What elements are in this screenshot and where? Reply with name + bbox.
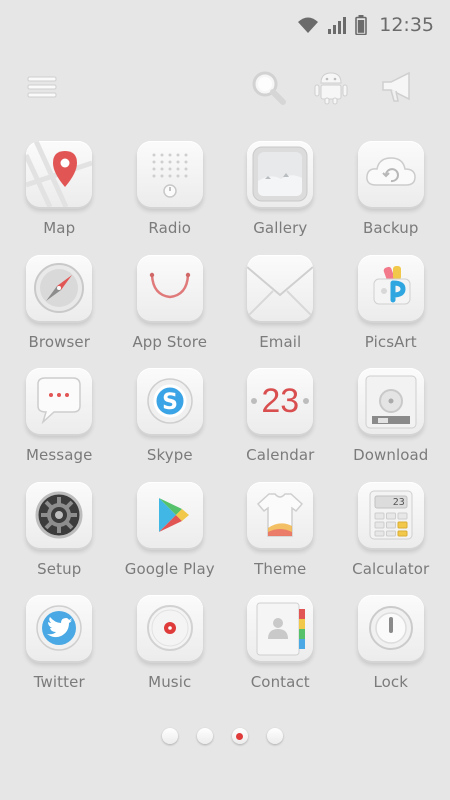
search-icon[interactable]: [246, 62, 290, 112]
shopping-bag-icon[interactable]: [136, 254, 203, 321]
app-lock[interactable]: Lock: [336, 595, 447, 709]
app-calculator[interactable]: 23 Calculator: [336, 481, 447, 596]
app-label: Skype: [146, 446, 193, 464]
app-app-store[interactable]: App Store: [115, 254, 226, 369]
app-label: Google Play: [124, 559, 215, 578]
app-theme[interactable]: Theme: [225, 481, 336, 596]
app-label: Browser: [28, 332, 90, 351]
app-twitter[interactable]: Twitter: [4, 595, 115, 709]
app-label: PicsArt: [364, 332, 417, 351]
page-dot-4[interactable]: [266, 728, 283, 744]
page-dot-1[interactable]: [161, 728, 178, 744]
app-label: Radio: [148, 219, 192, 237]
twitter-bird-icon[interactable]: [26, 595, 93, 661]
top-toolbar: [0, 62, 450, 112]
svg-text:S: S: [162, 390, 178, 415]
app-picsart[interactable]: PicsArt: [336, 254, 447, 369]
app-label: Gallery: [253, 219, 308, 237]
app-setup[interactable]: Setup: [4, 481, 115, 596]
calendar-icon[interactable]: 23: [247, 368, 314, 434]
calculator-icon[interactable]: 23: [357, 481, 424, 548]
wifi-icon: [297, 16, 319, 34]
picsart-icon[interactable]: [357, 254, 424, 321]
app-download[interactable]: Download: [336, 368, 447, 482]
megaphone-icon[interactable]: [376, 62, 420, 112]
app-google-play[interactable]: Google Play: [115, 481, 226, 596]
app-label: Map: [43, 219, 76, 237]
app-email[interactable]: Email: [225, 254, 336, 369]
app-browser[interactable]: Browser: [4, 254, 115, 369]
app-label: Lock: [373, 673, 409, 691]
compass-icon[interactable]: [26, 254, 93, 321]
app-skype[interactable]: S Skype: [115, 368, 226, 482]
app-label: Email: [259, 332, 302, 351]
calendar-day: 23: [261, 382, 300, 420]
envelope-icon[interactable]: [247, 254, 314, 321]
map-pin-icon[interactable]: [26, 141, 93, 207]
app-contact[interactable]: Contact: [225, 595, 336, 709]
app-label: Calendar: [246, 446, 315, 464]
signal-icon: [327, 16, 347, 34]
cloud-sync-icon[interactable]: [357, 141, 424, 207]
app-grid: Map Radio Gallery Backup Browser App Sto…: [4, 141, 446, 709]
calendar-ring-right: [303, 398, 310, 404]
battery-icon: [355, 15, 368, 35]
app-label: Setup: [37, 559, 82, 578]
calendar-ring-left: [251, 398, 258, 404]
app-label: Download: [353, 446, 429, 464]
app-label: App Store: [132, 332, 208, 351]
app-music[interactable]: Music: [115, 595, 226, 709]
lock-icon[interactable]: [357, 595, 424, 661]
app-label: Contact: [250, 673, 310, 691]
skype-icon[interactable]: S: [136, 368, 203, 434]
app-label: Backup: [362, 219, 419, 237]
tshirt-icon[interactable]: [247, 481, 314, 548]
status-time: 12:35: [379, 14, 434, 36]
speech-bubble-icon[interactable]: [26, 368, 93, 434]
status-bar: 12:35: [0, 0, 450, 50]
app-label: Calculator: [352, 559, 430, 578]
gallery-icon[interactable]: [247, 141, 314, 207]
download-disc-icon[interactable]: [357, 368, 424, 434]
app-radio[interactable]: Radio: [115, 141, 226, 255]
gear-icon[interactable]: [26, 481, 93, 548]
page-indicator: [0, 728, 450, 748]
menu-icon[interactable]: [20, 62, 64, 112]
page-dot-3-active[interactable]: [231, 728, 248, 744]
app-label: Twitter: [33, 673, 85, 691]
app-message[interactable]: Message: [4, 368, 115, 482]
app-backup[interactable]: Backup: [336, 141, 447, 255]
music-disc-icon[interactable]: [136, 595, 203, 661]
radio-icon[interactable]: [136, 141, 203, 207]
app-map[interactable]: Map: [4, 141, 115, 255]
app-label: Message: [26, 446, 93, 464]
app-label: Music: [148, 673, 192, 691]
play-store-icon[interactable]: [136, 481, 203, 548]
app-gallery[interactable]: Gallery: [225, 141, 336, 255]
contact-book-icon[interactable]: [247, 595, 314, 661]
app-label: Theme: [254, 559, 307, 578]
android-icon[interactable]: [309, 62, 353, 112]
calculator-display: 23: [392, 496, 405, 508]
page-dot-2[interactable]: [196, 728, 213, 744]
app-calendar[interactable]: 23 Calendar: [225, 368, 336, 482]
